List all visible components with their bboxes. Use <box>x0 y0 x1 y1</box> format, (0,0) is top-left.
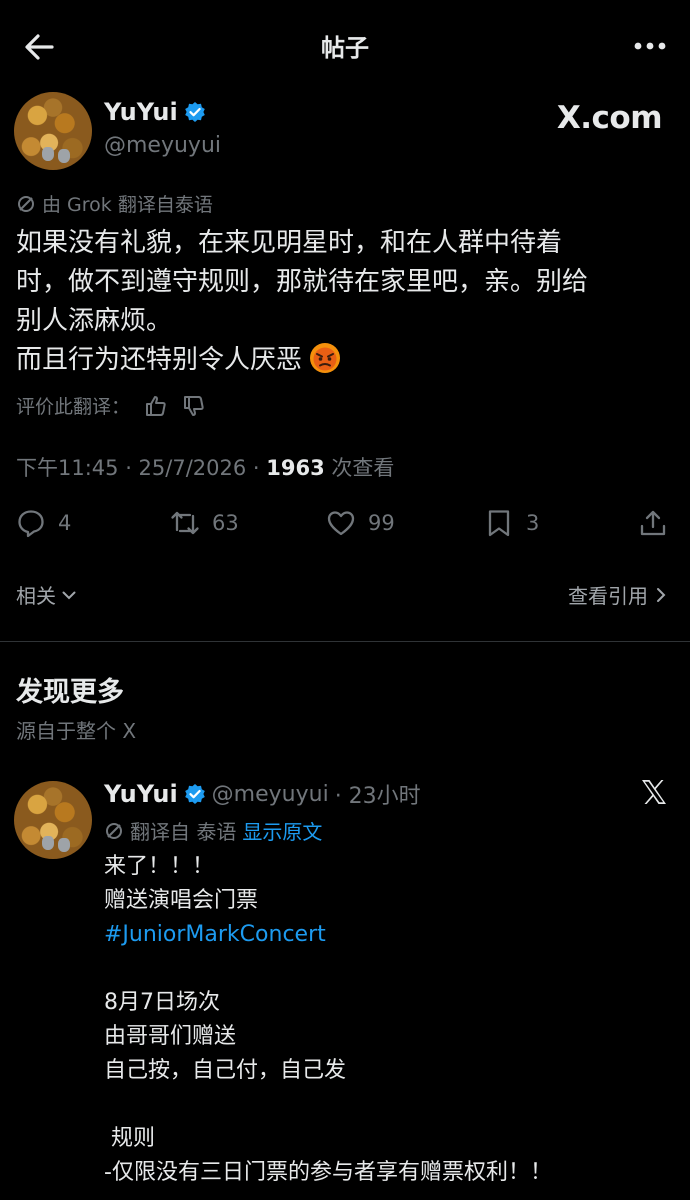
heart-icon <box>327 511 355 536</box>
page-title: 帖子 <box>321 34 369 62</box>
view-quotes-label: 查看引用 <box>568 584 648 608</box>
post-body-line-last: 而且行为还特别令人厌恶 <box>16 341 666 380</box>
view-quotes-link[interactable]: 查看引用 <box>568 580 668 609</box>
post-body-line: 而且行为还特别令人厌恶 <box>16 345 303 375</box>
post-meta: 下午11:45 · 25/7/2026 · 1963 次查看 <box>16 452 394 482</box>
post-body-line: 如果没有礼貌，在来见明星时，和在人群中待着 <box>16 228 563 258</box>
x-logo-icon <box>640 778 668 806</box>
share-icon <box>640 510 666 536</box>
translation-note: 由 Grok 翻译自泰语 <box>16 190 213 217</box>
discover-more-subtitle: 源自于整个 X <box>16 719 137 743</box>
bookmark-icon <box>488 510 510 537</box>
x-com-watermark: X.com <box>556 100 663 136</box>
like-button[interactable]: 99 <box>326 508 395 538</box>
post2-time: · 23小时 <box>334 784 421 809</box>
translate-slash-icon <box>18 195 34 212</box>
post2-line <box>104 1088 664 1122</box>
post2-line: 8月7日场次 <box>104 990 220 1015</box>
author-name[interactable]: YuYui <box>104 98 178 126</box>
hashtag-link[interactable]: #JuniorMarkConcert <box>104 918 664 952</box>
discover-more-heading: 发现更多 <box>16 677 124 708</box>
verified-badge-icon <box>184 102 205 122</box>
post2-avatar[interactable] <box>14 781 92 859</box>
repost-icon <box>171 511 199 535</box>
post-time: 下午11:45 · 25/7/2026 · <box>16 456 267 480</box>
post2-header: YuYui @meyuyui · 23小时 <box>104 778 421 810</box>
related-dropdown[interactable]: 相关 <box>16 580 78 609</box>
author-row: YuYui <box>104 98 206 126</box>
angry-face-emoji-icon <box>310 343 341 373</box>
post2-author-name[interactable]: YuYui <box>104 780 178 808</box>
post2-translation-note: 翻译自 泰语 显示原文 <box>104 816 322 845</box>
views-label: 次查看 <box>324 456 395 480</box>
thumbs-down-icon[interactable] <box>182 394 206 418</box>
author-handle[interactable]: @meyuyui <box>104 133 221 158</box>
verified-badge-icon <box>184 784 205 804</box>
post-body-line: 时，做不到遵守规则，那就待在家里吧，亲。别给 <box>16 267 589 297</box>
bookmark-button[interactable]: 3 <box>484 508 539 538</box>
repost-button[interactable]: 63 <box>170 508 239 538</box>
post2-author-handle[interactable]: @meyuyui <box>212 782 329 807</box>
post2-line: 由哥哥们赠送 <box>104 1024 237 1049</box>
chevron-down-icon <box>62 591 76 599</box>
reply-button[interactable]: 4 <box>16 508 71 538</box>
repost-count: 63 <box>212 511 239 535</box>
post-body: 如果没有礼貌，在来见明星时，和在人群中待着 时，做不到遵守规则，那就待在家里吧，… <box>16 224 666 380</box>
rate-translation-label: 评价此翻译： <box>16 396 131 418</box>
bookmark-count: 3 <box>526 511 540 535</box>
post2-translated-from: 翻译自 泰语 <box>130 820 237 844</box>
section-divider <box>0 641 690 642</box>
more-options-button[interactable] <box>630 32 670 60</box>
thumbs-up-icon[interactable] <box>144 394 168 418</box>
more-icon <box>634 42 666 50</box>
post2-line: 赠送演唱会门票 <box>104 888 259 913</box>
post2-body: 来了！！！ 赠送演唱会门票 #JuniorMarkConcert 8月7日场次 … <box>104 850 664 1190</box>
reply-count: 4 <box>58 511 72 535</box>
avatar[interactable] <box>14 92 92 170</box>
reply-icon <box>18 510 44 538</box>
share-button[interactable] <box>638 508 668 538</box>
post2-line <box>104 952 664 986</box>
post-body-line: 别人添麻烦。 <box>16 306 173 336</box>
show-original-link[interactable]: 显示原文 <box>242 816 322 845</box>
post2-line: 自己按，自己付，自己发 <box>104 1058 347 1083</box>
views-count: 1963 <box>266 456 325 480</box>
related-label: 相关 <box>16 584 56 608</box>
post2-line: -仅限没有三日门票的参与者享有赠票权利！！ <box>104 1160 552 1185</box>
like-count: 99 <box>368 511 395 535</box>
rate-translation: 评价此翻译： <box>16 392 206 419</box>
translation-note-text: 由 Grok 翻译自泰语 <box>42 194 213 216</box>
chevron-right-icon <box>657 587 666 602</box>
post2-line: 规则 <box>104 1126 155 1151</box>
post2-line: 来了！！！ <box>104 854 215 879</box>
translate-slash-icon <box>106 822 122 839</box>
